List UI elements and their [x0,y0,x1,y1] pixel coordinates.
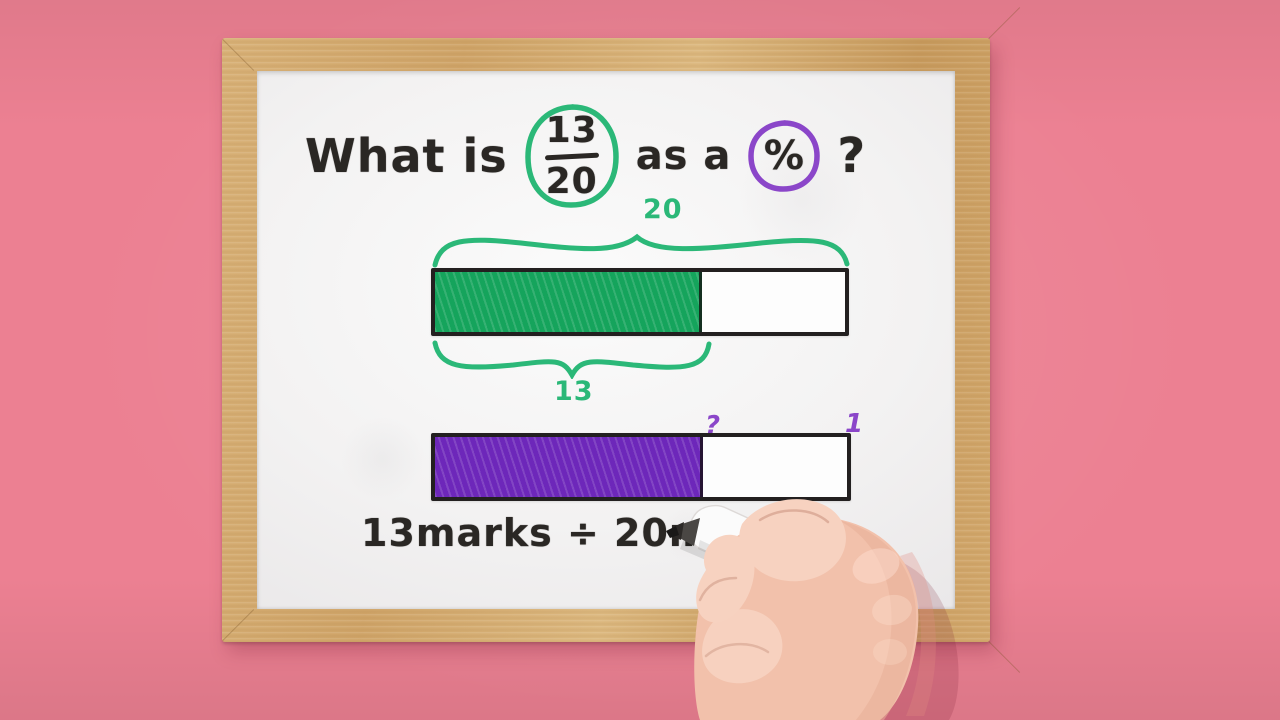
green-total-label: 20 [643,194,683,225]
fraction-denominator: 20 [545,160,598,202]
green-bar-model [431,268,849,336]
frame-miter-bottom-left [222,609,255,641]
frame-miter-bottom-right [988,641,1021,673]
equation-text: 13marks ÷ 20mark [361,511,783,555]
green-top-brace [432,233,850,268]
title-lead-text: What is [305,129,508,183]
fraction-13-over-20: 13 20 [524,102,620,210]
percent-symbol-group: % [747,119,821,193]
green-bar-fill [435,272,702,332]
screenshot-root: What is 13 20 as a % ? 20 13 ? 1 13marks… [0,0,1280,720]
whiteboard-frame: What is 13 20 as a % ? 20 13 ? 1 13marks… [222,7,1021,673]
purple-bar-model [431,433,851,501]
whiteboard-surface: What is 13 20 as a % ? 20 13 ? 1 13marks… [257,71,955,609]
fraction-numerator: 13 [545,109,598,151]
frame-miter-top-left [222,39,255,71]
fraction-divider-line [544,152,599,160]
title-middle-text: as a [635,133,732,179]
question-title: What is 13 20 as a % ? [305,104,867,208]
green-part-label: 13 [554,376,594,407]
title-question-mark: ? [837,128,867,184]
purple-circle-annotation [748,120,821,192]
green-bottom-brace [432,340,712,379]
purple-bar-fill [435,437,703,497]
frame-miter-top-right [988,7,1021,39]
